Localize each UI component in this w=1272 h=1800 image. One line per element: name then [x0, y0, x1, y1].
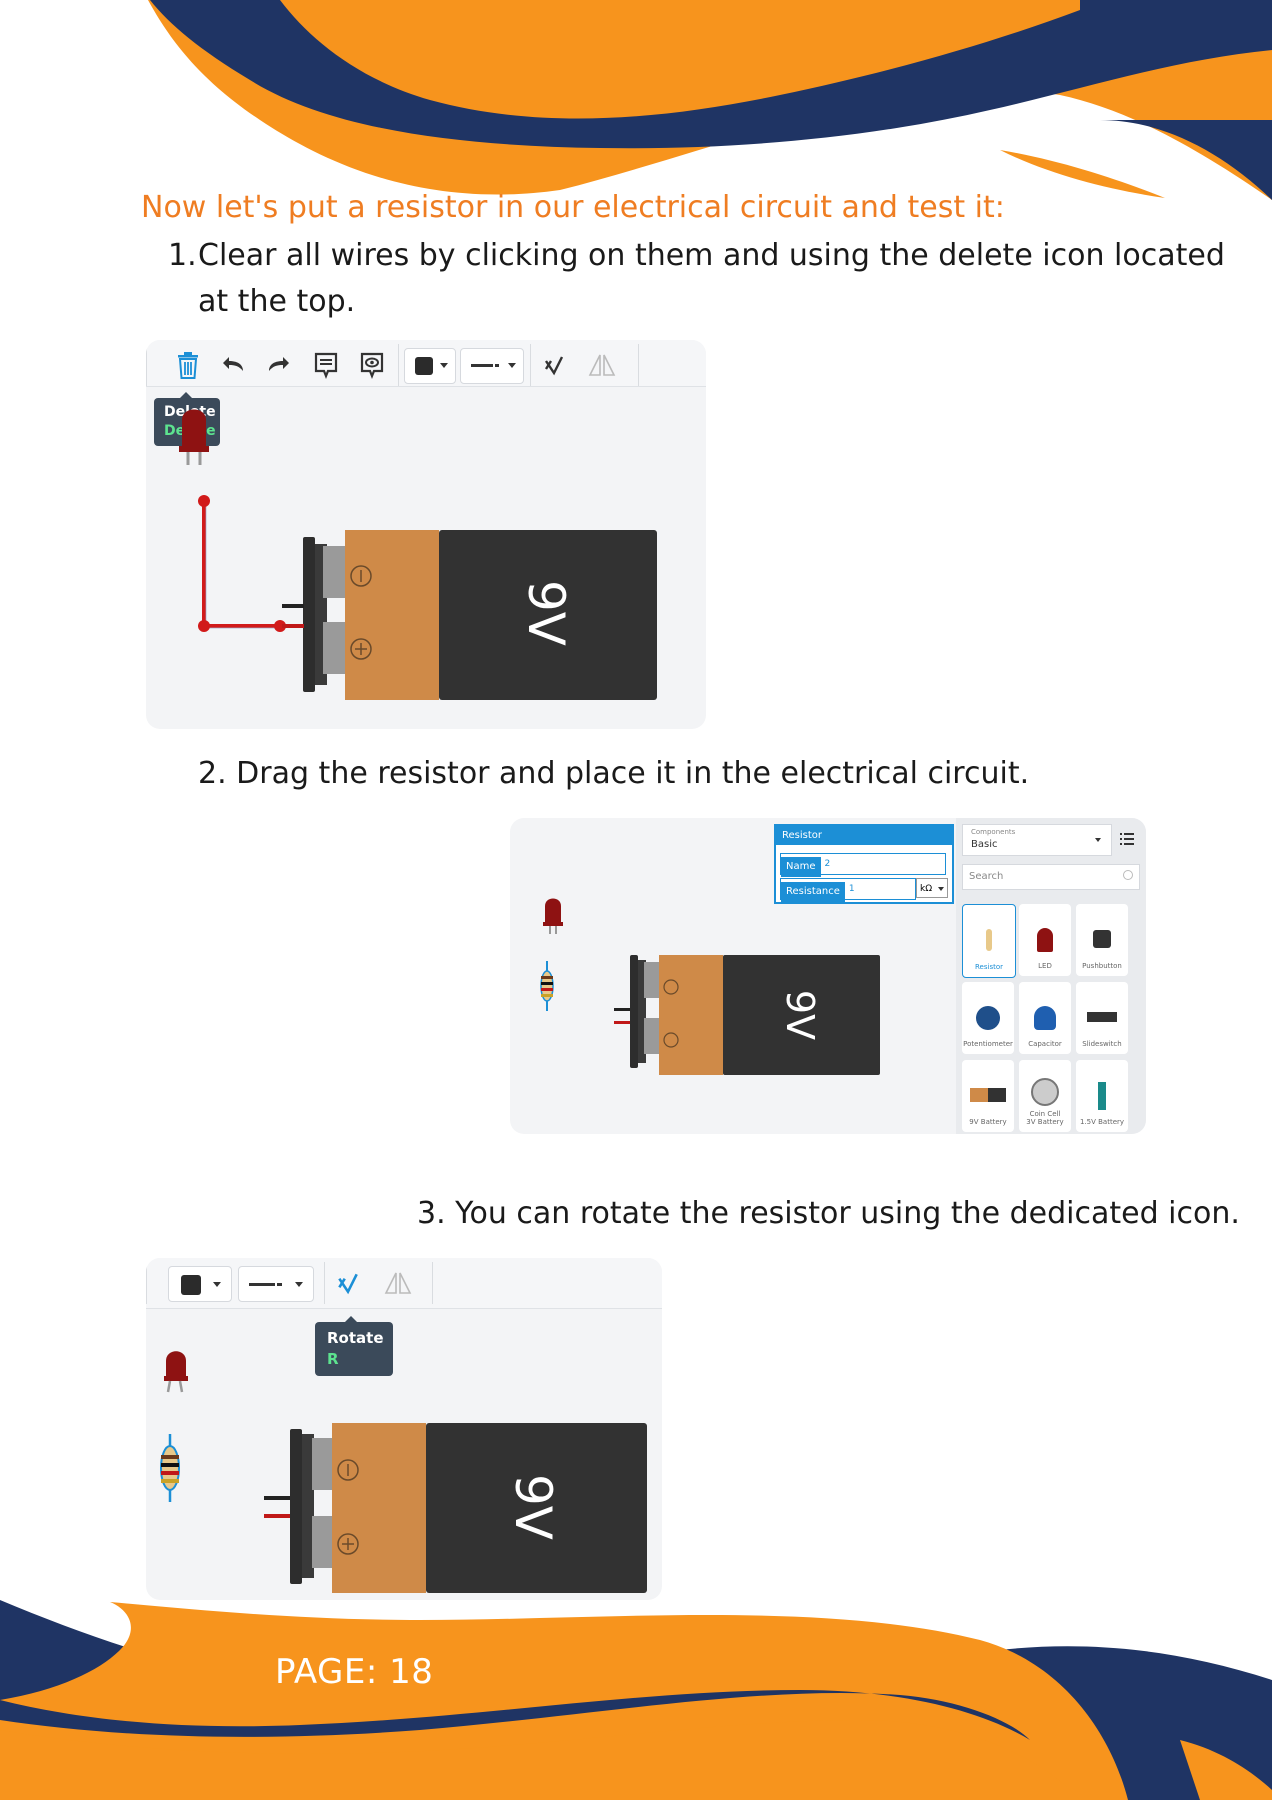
screenshot-place-resistor: 9V Resistor Name 2 Resistance 1 kΩ Compone… — [510, 818, 1146, 1134]
battery-9v — [264, 1423, 647, 1593]
name-label: Name — [781, 857, 821, 877]
pushbutton-icon — [1093, 930, 1111, 948]
resistor-component — [540, 961, 554, 1011]
led-component — [164, 1351, 188, 1393]
chevron-down-icon — [938, 887, 944, 891]
top-wave-decoration — [148, 0, 1272, 200]
component-tile-pushbutton[interactable]: Pushbutton — [1076, 904, 1128, 976]
circuit-canvas — [179, 409, 657, 700]
resistance-label: Resistance — [781, 882, 845, 902]
battery-9v — [614, 955, 880, 1075]
step-1-line-2: at the top. — [198, 284, 356, 319]
resistance-field[interactable]: Resistance 1 — [780, 878, 916, 902]
resistor-icon — [986, 929, 992, 951]
resistor-component — [160, 1434, 180, 1502]
capacitor-icon — [1034, 1006, 1056, 1030]
led-icon — [1037, 928, 1053, 952]
component-tile-1-5v-battery[interactable]: 1.5V Battery — [1076, 1060, 1128, 1132]
components-caption: Components — [971, 828, 1016, 836]
circuit-canvas — [160, 1351, 647, 1593]
slideswitch-icon — [1087, 1012, 1117, 1022]
battery-label: 9V — [517, 579, 575, 646]
step-1-line-1: Clear all wires by clicking on them and … — [198, 238, 1225, 273]
component-tile-9v-battery[interactable]: 9V Battery — [962, 1060, 1014, 1132]
page-number: PAGE: 18 — [275, 1652, 434, 1692]
component-tile-resistor[interactable]: Resistor — [962, 904, 1016, 978]
search-icon — [1123, 870, 1133, 880]
coin-cell-icon — [1031, 1078, 1059, 1106]
components-dropdown[interactable]: Components Basic — [962, 824, 1112, 856]
chevron-down-icon — [1095, 838, 1101, 842]
list-view-icon[interactable] — [1120, 830, 1136, 846]
step-1-number: 1. — [168, 238, 197, 273]
component-tile-slideswitch[interactable]: Slideswitch — [1076, 982, 1128, 1054]
step-3-text: 3. You can rotate the resistor using the… — [417, 1196, 1240, 1231]
component-tile-potentiometer[interactable]: Potentiometer — [962, 982, 1014, 1054]
potentiometer-icon — [976, 1006, 1000, 1030]
battery-label: 9V — [778, 989, 822, 1041]
components-sidebar: Components Basic Search Resistor LED Pus… — [956, 818, 1146, 1134]
led-component — [179, 409, 209, 465]
screenshot-rotate-resistor: Rotate R 9V — [146, 1258, 662, 1600]
component-tile-capacitor[interactable]: Capacitor — [1019, 982, 1071, 1054]
component-tile-coin-cell[interactable]: Coin Cell 3V Battery — [1019, 1060, 1071, 1132]
aa-battery-icon — [1098, 1082, 1106, 1110]
battery-9v — [282, 530, 657, 700]
resistance-value: 1 — [848, 884, 855, 894]
section-heading: Now let's put a resistor in our electric… — [141, 190, 1005, 225]
red-wire — [198, 495, 286, 632]
search-placeholder: Search — [969, 871, 1004, 882]
name-field[interactable]: Name 2 — [780, 853, 946, 877]
component-search-input[interactable]: Search — [962, 864, 1140, 890]
led-component — [543, 898, 563, 934]
component-tile-led[interactable]: LED — [1019, 904, 1071, 976]
bottom-wave-decoration — [0, 1600, 1272, 1800]
name-value: 2 — [824, 859, 831, 869]
resistor-properties-panel: Resistor Name 2 Resistance 1 kΩ — [774, 824, 954, 904]
unit-select[interactable]: kΩ — [916, 878, 948, 898]
battery-label: 9V — [504, 1473, 562, 1540]
battery-icon — [970, 1088, 1006, 1102]
components-value: Basic — [971, 839, 998, 850]
properties-title: Resistor — [776, 826, 952, 845]
step-2-text: 2. Drag the resistor and place it in the… — [198, 756, 1030, 791]
screenshot-delete-wires: Delete Delete — [146, 340, 706, 729]
